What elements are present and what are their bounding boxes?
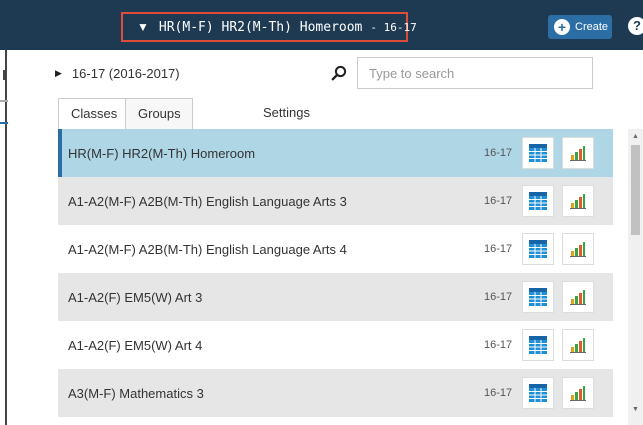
class-list-scrollbar[interactable]: ▲ ▼ [628,129,643,425]
background-page-edge [0,50,10,425]
help-icon[interactable]: ? [628,17,643,35]
class-name: A1-A2(M-F) A2B(M-Th) English Language Ar… [68,241,347,257]
scroll-up-arrow-icon[interactable]: ▲ [632,133,639,140]
gradebook-button[interactable] [522,137,554,169]
class-year: 16-17 [484,339,513,351]
tab-classes[interactable]: Classes [58,98,126,129]
bar-chart-icon [570,146,586,161]
scrollbar-thumb[interactable] [631,145,640,235]
gradebook-button[interactable] [522,233,554,265]
class-selector-dropdown[interactable]: ▼ HR(M-F) HR2(M-Th) Homeroom - 16-17 [121,12,417,42]
school-year-label: 16-17 (2016-2017) [71,66,180,81]
school-year-toggle[interactable]: ▶ 16-17 (2016-2017) [55,66,180,81]
class-list-item[interactable]: A1-A2(M-F) A2B(M-Th) English Language Ar… [58,225,613,273]
class-list-item[interactable]: HR(M-F) HR2(M-Th) Homeroom 16-17 [58,129,613,177]
gradebook-button[interactable] [522,281,554,313]
gradebook-button[interactable] [522,185,554,217]
gradebook-button[interactable] [522,377,554,409]
class-year: 16-17 [484,387,513,399]
top-bar: ▼ HR(M-F) HR2(M-Th) Homeroom - 16-17 + C… [0,0,643,50]
bar-chart-icon [570,242,586,257]
gradebook-grid-icon [529,192,547,210]
class-name: A1-A2(F) EM5(W) Art 3 [68,289,203,305]
gradebook-button[interactable] [522,329,554,361]
gradebook-grid-icon [529,240,547,258]
class-year: 16-17 [484,291,513,303]
class-list: HR(M-F) HR2(M-Th) Homeroom 16-17 A1-A2(M… [58,129,613,425]
class-name: A1-A2(F) EM5(W) Art 4 [68,337,203,353]
class-year: 16-17 [484,147,513,159]
tab-settings[interactable]: Settings [251,98,322,129]
bar-chart-icon [570,290,586,305]
reports-button[interactable] [562,329,594,361]
class-selector-year: - 16-17 [370,20,417,34]
create-button-label: Create [575,21,609,33]
class-year: 16-17 [484,243,513,255]
bar-chart-icon [570,194,586,209]
search-icon[interactable] [331,65,347,81]
class-selector-title: HR(M-F) HR2(M-Th) Homeroom [158,19,363,35]
triangle-right-icon: ▶ [55,68,62,78]
tab-groups[interactable]: Groups [125,98,193,129]
reports-button[interactable] [562,377,594,409]
class-name: HR(M-F) HR2(M-Th) Homeroom [68,145,256,161]
tab-bar: Classes Groups Settings [58,98,322,129]
plus-circle-icon: + [554,19,570,35]
class-year: 16-17 [484,195,513,207]
gradebook-grid-icon [529,144,547,162]
reports-button[interactable] [562,137,594,169]
gradebook-grid-icon [529,384,547,402]
gradebook-grid-icon [529,336,547,354]
class-name: A1-A2(M-F) A2B(M-Th) English Language Ar… [68,193,347,209]
gradebook-grid-icon [529,288,547,306]
create-button[interactable]: + Create [548,15,612,39]
class-list-item[interactable]: A1-A2(M-F) A2B(M-Th) English Language Ar… [58,177,613,225]
reports-button[interactable] [562,185,594,217]
bar-chart-icon [570,338,586,353]
reports-button[interactable] [562,233,594,265]
bar-chart-icon [570,386,586,401]
search-input[interactable] [357,57,593,89]
class-list-item[interactable]: A1-A2(F) EM5(W) Art 4 16-17 [58,321,613,369]
class-name: A3(M-F) Mathematics 3 [68,385,204,401]
reports-button[interactable] [562,281,594,313]
caret-down-icon: ▼ [137,20,149,34]
class-list-item[interactable]: A1-A2(F) EM5(W) Art 3 16-17 [58,273,613,321]
scroll-down-arrow-icon[interactable]: ▼ [632,406,639,413]
class-list-item[interactable]: A3(M-F) Mathematics 3 16-17 [58,369,613,417]
